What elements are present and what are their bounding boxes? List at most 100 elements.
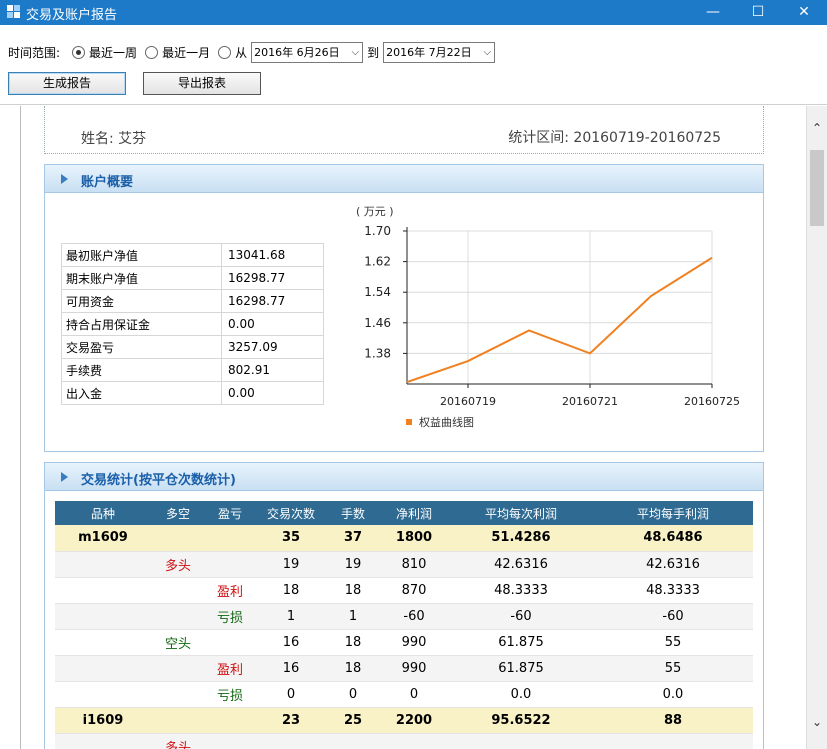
table-cell: 0 (327, 681, 379, 708)
time-range-row: 时间范围: 最近一周 最近一月 从 2016年 6月26日 ⌵ 到 2016年 7… (8, 41, 499, 63)
summary-value: 13041.68 (221, 243, 324, 267)
table-cell (327, 733, 379, 749)
table-cell: 1 (327, 603, 379, 630)
scroll-down-icon[interactable]: ⌄ (807, 712, 827, 732)
table-cell: 19 (255, 551, 327, 578)
legend-label: 权益曲线图 (419, 415, 474, 429)
expand-triangle-icon[interactable] (61, 472, 68, 482)
table-cell (151, 655, 205, 682)
column-header: 品种 (55, 501, 151, 525)
table-cell (151, 707, 205, 734)
minimize-button[interactable]: — (690, 0, 736, 25)
column-header: 交易次数 (255, 501, 327, 525)
radio-last-month-label[interactable]: 最近一月 (162, 44, 210, 61)
date-from-picker[interactable]: 2016年 6月26日 ⌵ (251, 41, 364, 63)
table-cell: 23 (255, 707, 327, 734)
y-tick-label: 1.38 (364, 346, 391, 360)
table-cell: 95.6522 (449, 707, 593, 734)
scroll-up-icon[interactable]: ⌃ (807, 118, 827, 138)
expand-triangle-icon[interactable] (61, 174, 68, 184)
close-button[interactable]: ✕ (781, 0, 827, 25)
radio-last-week[interactable] (72, 45, 86, 59)
table-cell: i1609 (55, 707, 151, 734)
y-tick-label: 1.46 (364, 316, 391, 330)
x-tick-label: 20160725 (684, 395, 740, 408)
radio-last-month[interactable] (145, 45, 159, 59)
table-cell (205, 733, 255, 749)
summary-key: 期末账户净值 (61, 266, 222, 290)
table-cell (449, 733, 593, 749)
table-cell: 2200 (379, 707, 449, 734)
table-cell: 48.3333 (449, 577, 593, 604)
table-cell (205, 629, 255, 656)
table-cell: 0 (255, 681, 327, 708)
table-cell: 16 (255, 629, 327, 656)
scrollbar-thumb[interactable] (810, 150, 824, 226)
y-tick-label: 1.70 (364, 224, 391, 238)
table-cell: 1 (255, 603, 327, 630)
table-cell (379, 733, 449, 749)
table-cell: 870 (379, 577, 449, 604)
column-header: 平均每手利润 (593, 501, 753, 525)
table-row: 持合占用保证金 0.00 (61, 312, 324, 336)
trade-table: 品种 多空 盈亏 交易次数 手数 净利润 平均每次利润 平均每手利润 m1609 35 37 180… (55, 501, 753, 749)
summary-key: 持合占用保证金 (61, 312, 222, 336)
chevron-down-icon[interactable]: ⌵ (484, 43, 492, 62)
summary-value: 16298.77 (221, 289, 324, 313)
table-cell (593, 733, 753, 749)
x-tick-label: 20160719 (440, 395, 496, 408)
summary-value: 0.00 (221, 381, 324, 405)
table-row: 亏损 1 1 -60 -60 -60 (55, 603, 753, 630)
date-to-picker[interactable]: 2016年 7月22日 ⌵ (383, 41, 496, 63)
divider (20, 106, 21, 749)
table-cell (55, 629, 151, 656)
table-cell: 18 (327, 655, 379, 682)
table-cell: 16 (255, 655, 327, 682)
table-cell (205, 707, 255, 734)
table-cell (151, 681, 205, 708)
radio-last-week-label[interactable]: 最近一周 (89, 44, 137, 61)
panel-header[interactable]: 交易统计(按平仓次数统计) (45, 463, 763, 491)
table-row: 多头 19 19 810 42.6316 42.6316 (55, 551, 753, 578)
maximize-button[interactable]: ☐ (735, 0, 781, 25)
table-cell (151, 577, 205, 604)
table-cell: 25 (327, 707, 379, 734)
table-cell: 18 (327, 577, 379, 604)
table-row: 交易盈亏 3257.09 (61, 335, 324, 359)
panel-title: 账户概要 (81, 175, 134, 190)
export-report-button[interactable]: 导出报表 (143, 72, 261, 95)
equity-chart: ( 万元 ) 1.38 1.46 1.54 1.62 1.70 20160719 201607… (356, 205, 740, 429)
table-cell: 42.6316 (593, 551, 753, 578)
summary-table: 最初账户净值 13041.68 期末账户净值 16298.77 可用资金 16298.77… (61, 243, 324, 405)
table-cell (205, 525, 255, 552)
table-cell: -60 (379, 603, 449, 630)
summary-key: 交易盈亏 (61, 335, 222, 359)
chevron-down-icon[interactable]: ⌵ (352, 43, 360, 62)
table-row: 多头 (55, 733, 753, 749)
toolbar: 时间范围: 最近一周 最近一月 从 2016年 6月26日 ⌵ 到 2016年 7… (0, 25, 827, 105)
summary-key: 最初账户净值 (61, 243, 222, 267)
vertical-scrollbar[interactable]: ⌃ ⌄ (806, 106, 827, 749)
table-cell: -60 (593, 603, 753, 630)
column-header: 盈亏 (205, 501, 255, 525)
table-cell (55, 551, 151, 578)
column-header: 净利润 (379, 501, 449, 525)
summary-key: 手续费 (61, 358, 222, 382)
table-cell: -60 (449, 603, 593, 630)
table-cell: 0.0 (593, 681, 753, 708)
table-cell: 18 (255, 577, 327, 604)
table-row: 空头 16 18 990 61.875 55 (55, 629, 753, 656)
chart-unit-label: ( 万元 ) (356, 205, 394, 218)
time-range-label: 时间范围: (8, 45, 61, 60)
panel-header[interactable]: 账户概要 (45, 165, 763, 193)
generate-report-button[interactable]: 生成报告 (8, 72, 126, 95)
date-to-value: 2016年 7月22日 (386, 45, 472, 59)
radio-custom-label[interactable]: 从 (235, 44, 247, 61)
table-cell: 42.6316 (449, 551, 593, 578)
radio-custom[interactable] (218, 45, 232, 59)
table-row: 盈利 16 18 990 61.875 55 (55, 655, 753, 682)
table-cell: 盈利 (205, 655, 255, 682)
column-header: 多空 (151, 501, 205, 525)
table-row: 手续费 802.91 (61, 358, 324, 382)
series-line-equity (406, 256, 713, 384)
